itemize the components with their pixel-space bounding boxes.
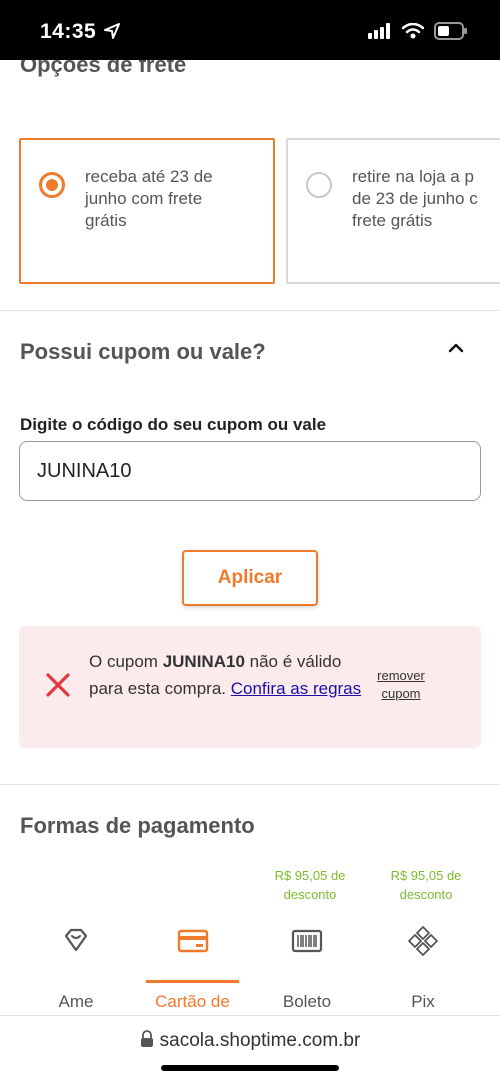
pix-icon: [383, 926, 463, 961]
cellular-signal-icon: [368, 23, 392, 44]
coupon-section-title: Possui cupom ou vale?: [20, 339, 266, 364]
browser-address-bar[interactable]: sacola.shoptime.com.br: [0, 1015, 500, 1082]
tab-label: Pix: [411, 992, 435, 1011]
coupon-error-alert: O cupom JUNINA10 não é válido para esta …: [19, 626, 481, 748]
shipping-section-title: Opções de frete: [20, 60, 187, 77]
tab-label: Boleto: [282, 992, 332, 1011]
pix-discount-label: R$ 95,05 de desconto: [390, 868, 462, 902]
status-indicators: [368, 22, 468, 45]
apply-coupon-button[interactable]: Aplicar: [182, 550, 318, 606]
barcode-icon: [267, 926, 347, 961]
coupon-input[interactable]: [19, 441, 481, 501]
shipping-option-pickup[interactable]: retire na loja a p de 23 de junho c fret…: [286, 138, 500, 284]
shipping-option-text: retire na loja a p de 23 de junho c fret…: [352, 167, 478, 230]
tab-label: Ame: [58, 992, 94, 1011]
boleto-discount-label: R$ 95,05 de desconto: [274, 868, 346, 902]
battery-icon: [434, 22, 468, 45]
url-text: sacola.shoptime.com.br: [159, 1030, 361, 1051]
error-coupon-code: JUNINA10: [162, 652, 245, 671]
wifi-icon: [401, 22, 425, 44]
checkout-content: Opções de frete receba até 23 de junho c…: [0, 60, 500, 1015]
coupon-field-label: Digite o código do seu cupom ou vale: [20, 415, 327, 434]
remove-coupon-link[interactable]: remover cupom: [371, 667, 431, 703]
error-prefix: O cupom: [89, 652, 163, 671]
status-time: 14:35: [40, 20, 97, 43]
tab-credit-card[interactable]: Cartão de: [146, 926, 239, 1011]
tab-ame[interactable]: Ame: [36, 926, 116, 1011]
rules-link[interactable]: Confira as regras: [231, 679, 361, 698]
status-bar: 14:35: [0, 0, 500, 60]
shipping-option-text: receba até 23 de junho com frete grátis: [85, 167, 213, 230]
shipping-option-delivery[interactable]: receba até 23 de junho com frete grátis: [19, 138, 275, 284]
radio-unselected-icon[interactable]: [306, 172, 332, 198]
payment-section-title: Formas de pagamento: [20, 813, 255, 838]
home-indicator: [161, 1065, 339, 1071]
tab-label: Cartão de: [155, 992, 230, 1011]
location-arrow-icon: [104, 23, 120, 44]
error-x-icon: [45, 672, 71, 703]
tab-pix[interactable]: Pix: [383, 926, 463, 1011]
ame-icon: [36, 926, 116, 961]
section-divider: [0, 310, 500, 311]
active-tab-indicator: [146, 980, 239, 983]
chevron-up-icon[interactable]: [444, 336, 468, 360]
lock-icon: [140, 1030, 154, 1054]
radio-selected-icon[interactable]: [39, 172, 65, 198]
tab-boleto[interactable]: Boleto: [267, 926, 347, 1011]
credit-card-icon: [146, 926, 239, 961]
section-divider: [0, 784, 500, 785]
coupon-error-message: O cupom JUNINA10 não é válido para esta …: [89, 648, 369, 702]
url-display[interactable]: sacola.shoptime.com.br: [0, 1030, 500, 1054]
